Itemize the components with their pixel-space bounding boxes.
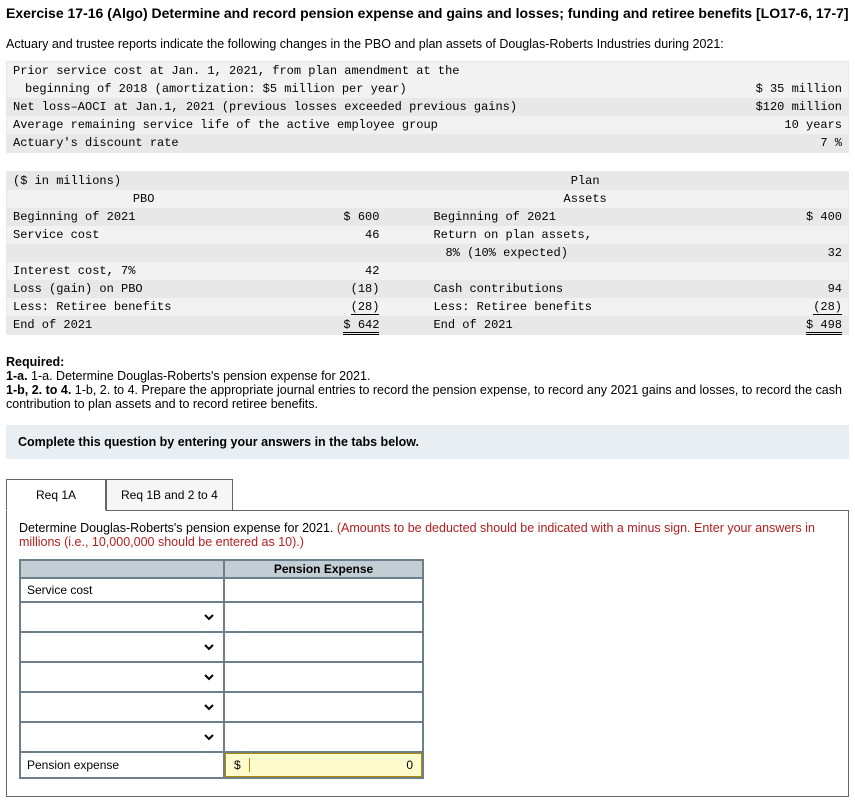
intro-text: Actuary and trustee reports indicate the…: [6, 37, 849, 51]
given-row3: Average remaining service life of the ac…: [7, 116, 713, 134]
row3-label-select[interactable]: [27, 636, 217, 658]
pension-expense-total: $ 0: [225, 753, 422, 777]
pa-return2-label: 8% (10% expected): [427, 244, 742, 262]
row-service-cost-label: Service cost: [20, 578, 224, 602]
pbo-begin-label: Beginning of 2021: [7, 208, 280, 226]
req-1b-label: 1-b, 2. to 4.: [6, 383, 71, 397]
row-pension-expense-label: Pension expense: [20, 752, 224, 778]
tab-instruction: Complete this question by entering your …: [6, 425, 849, 459]
pa-begin-val: $ 400: [743, 208, 848, 226]
row2-input[interactable]: [225, 606, 422, 628]
row6-input[interactable]: [225, 726, 422, 748]
row3-input[interactable]: [225, 636, 422, 658]
given-val1: $ 35 million: [713, 80, 848, 98]
pbo-int-label: Interest cost, 7%: [7, 262, 280, 280]
pa-end-val: $ 498: [806, 318, 842, 335]
tab-req-1b-2-4[interactable]: Req 1B and 2 to 4: [106, 479, 233, 511]
roll-hdr-assets: Assets: [427, 190, 742, 208]
row-service-cost-input[interactable]: [225, 579, 422, 601]
roll-hdr-pbo: PBO: [7, 190, 280, 208]
pbo-sc-val: 46: [280, 226, 385, 244]
roll-hdr-left: ($ in millions): [7, 172, 280, 190]
req-1a-text: 1-a. Determine Douglas-Roberts's pension…: [31, 369, 370, 383]
currency-symbol: $: [226, 758, 250, 772]
row4-input[interactable]: [225, 666, 422, 688]
pbo-begin-val: $ 600: [280, 208, 385, 226]
rollforward-block: ($ in millions) Plan PBO Assets Beginnin…: [6, 171, 849, 335]
pension-expense-total-value: 0: [250, 758, 421, 772]
pa-return-label: Return on plan assets,: [427, 226, 742, 244]
pa-ret-label: Less: Retiree benefits: [427, 298, 742, 316]
req-1a-label: 1-a.: [6, 369, 28, 383]
req-1b-text: 1-b, 2. to 4. Prepare the appropriate jo…: [6, 383, 842, 411]
pa-return-val: 32: [743, 244, 848, 262]
required-heading: Required:: [6, 355, 849, 369]
pbo-loss-label: Loss (gain) on PBO: [7, 280, 280, 298]
row5-input[interactable]: [225, 696, 422, 718]
pbo-ret-label: Less: Retiree benefits: [7, 298, 280, 316]
given-row1b: beginning of 2018 (amortization: $5 mill…: [7, 80, 713, 98]
row2-label-select[interactable]: [27, 606, 217, 628]
row4-label-select[interactable]: [27, 666, 217, 688]
pa-end-label: End of 2021: [427, 316, 742, 334]
roll-hdr-plan: Plan: [427, 172, 742, 190]
pbo-sc-label: Service cost: [7, 226, 280, 244]
tab-req-1a[interactable]: Req 1A: [6, 479, 106, 511]
given-row4: Actuary's discount rate: [7, 134, 713, 152]
pbo-loss-val: (18): [280, 280, 385, 298]
tab-panel-req-1a: Determine Douglas-Roberts's pension expe…: [6, 510, 849, 797]
panel-prompt: Determine Douglas-Roberts's pension expe…: [19, 521, 337, 535]
pa-ret-val: (28): [813, 300, 842, 315]
given-info-block: Prior service cost at Jan. 1, 2021, from…: [6, 61, 849, 153]
given-val4: 7 %: [713, 134, 848, 152]
row6-label-select[interactable]: [27, 726, 217, 748]
pbo-int-val: 42: [280, 262, 385, 280]
pa-cash-label: Cash contributions: [427, 280, 742, 298]
pbo-end-val: $ 642: [343, 318, 379, 335]
given-val3: 10 years: [713, 116, 848, 134]
given-row1a: Prior service cost at Jan. 1, 2021, from…: [7, 62, 713, 80]
row5-label-select[interactable]: [27, 696, 217, 718]
tab-bar: Req 1A Req 1B and 2 to 4: [6, 479, 849, 511]
pbo-end-label: End of 2021: [7, 316, 280, 334]
pbo-ret-val: (28): [351, 300, 380, 315]
pa-begin-label: Beginning of 2021: [427, 208, 742, 226]
given-row2: Net loss–AOCI at Jan.1, 2021 (previous l…: [7, 98, 713, 116]
pa-cash-val: 94: [743, 280, 848, 298]
col-header-pension-expense: Pension Expense: [224, 560, 423, 578]
given-val2: $120 million: [713, 98, 848, 116]
exercise-title: Exercise 17-16 (Algo) Determine and reco…: [6, 4, 849, 23]
pension-expense-table: Pension Expense Service cost: [19, 559, 424, 779]
